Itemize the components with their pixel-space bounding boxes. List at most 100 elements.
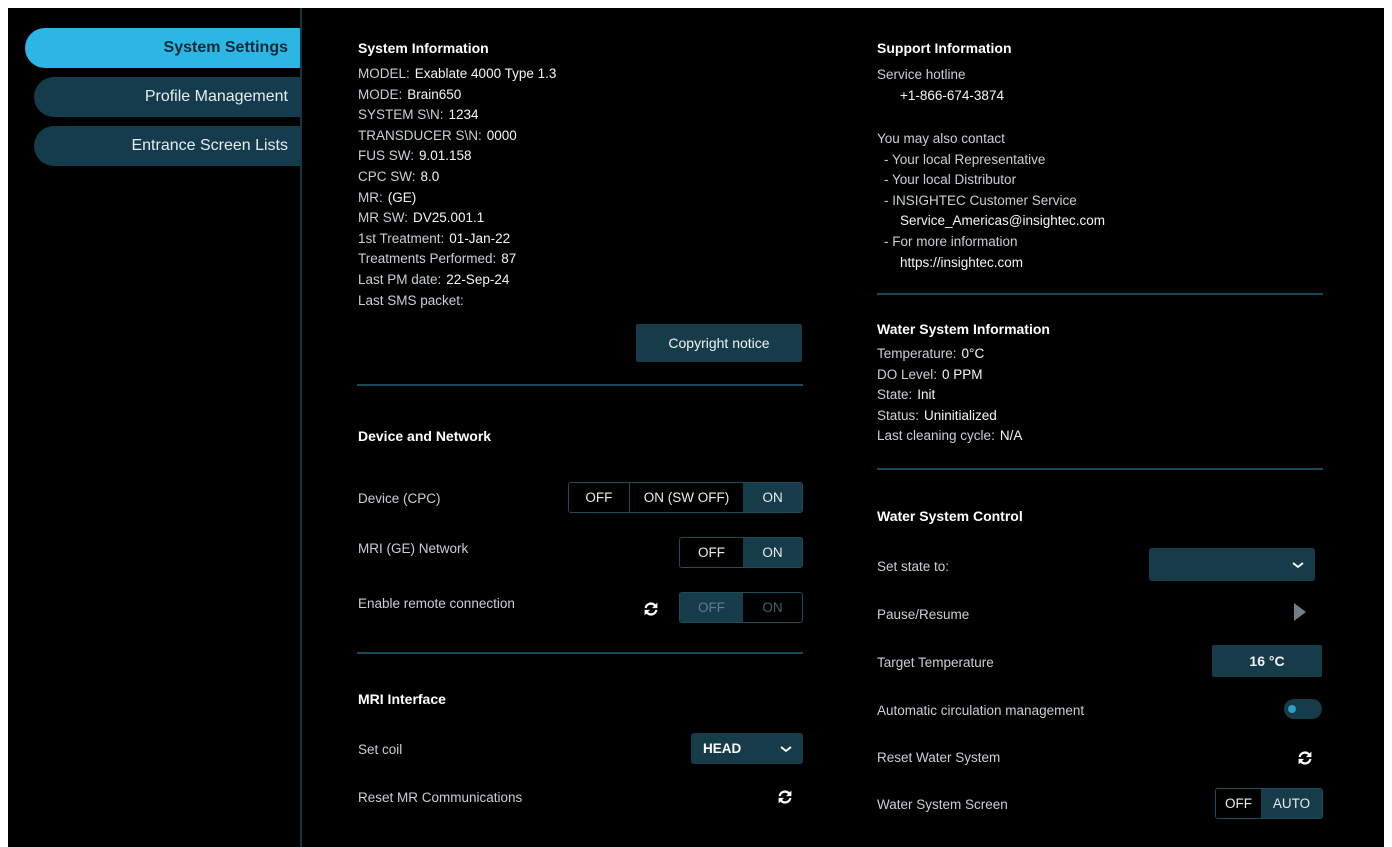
info-label: DO Level:: [877, 366, 938, 382]
website-link[interactable]: https://insightec.com: [900, 255, 1023, 270]
info-value: 87: [501, 251, 517, 267]
sidebar-item-label: Entrance Screen Lists: [131, 137, 288, 154]
reset-water-label: Reset Water System: [877, 750, 1001, 765]
sidebar-item-system-settings[interactable]: System Settings: [25, 28, 300, 68]
water-screen-off-option[interactable]: OFF: [1216, 789, 1261, 818]
remote-connection-label: Enable remote connection: [358, 596, 515, 611]
info-value: 0000: [486, 127, 517, 143]
sidebar-item-label: Profile Management: [144, 88, 288, 105]
contact-distributor: - Your local Distributor: [884, 172, 1017, 187]
support-email[interactable]: Service_Americas@insightec.com: [900, 213, 1105, 228]
info-value: 8.0: [420, 168, 440, 184]
info-row: TRANSDUCER S\N: 0000: [358, 126, 556, 147]
info-label: SYSTEM S\N:: [358, 107, 444, 123]
info-label: CPC SW:: [358, 168, 416, 184]
mri-off-option[interactable]: OFF: [680, 538, 743, 567]
info-label: Last PM date:: [358, 271, 442, 287]
contact-representative: - Your local Representative: [884, 152, 1046, 167]
hotline-label: Service hotline: [877, 67, 966, 82]
info-row: FUS SW: 9.01.158: [358, 146, 556, 167]
info-value: DV25.001.1: [413, 210, 485, 226]
info-row: Last SMS packet:: [358, 291, 556, 312]
auto-circulation-toggle[interactable]: [1284, 699, 1322, 719]
mri-on-option[interactable]: ON: [743, 538, 802, 567]
info-label: State:: [877, 387, 913, 403]
info-label: MR:: [358, 189, 383, 205]
info-value: Brain650: [407, 86, 462, 102]
support-info-title: Support Information: [877, 40, 1012, 56]
target-temperature-label: Target Temperature: [877, 655, 994, 670]
water-info-title: Water System Information: [877, 321, 1050, 337]
remote-off-option[interactable]: OFF: [680, 593, 743, 622]
device-cpc-toggle[interactable]: OFF ON (SW OFF) ON: [568, 482, 803, 513]
info-value: 01-Jan-22: [449, 230, 511, 246]
coil-select[interactable]: HEAD: [691, 733, 803, 764]
device-cpc-label: Device (CPC): [358, 491, 441, 506]
info-row: MR: (GE): [358, 188, 556, 209]
info-row: MODEL: Exablate 4000 Type 1.3: [358, 64, 556, 85]
remote-connection-toggle[interactable]: OFF ON: [679, 592, 803, 623]
info-row: MR SW: DV25.001.1: [358, 208, 556, 229]
copyright-notice-button[interactable]: Copyright notice: [636, 324, 802, 362]
water-info-list: Temperature: 0°C DO Level: 0 PPM State: Init S…: [877, 344, 1022, 447]
system-info-list: MODEL: Exablate 4000 Type 1.3 MODE: Brain65…: [358, 64, 556, 311]
info-row: Last PM date: 22-Sep-24: [358, 270, 556, 291]
info-row: DO Level: 0 PPM: [877, 365, 1022, 386]
info-label: Temperature:: [877, 346, 957, 361]
refresh-icon[interactable]: [1292, 745, 1318, 771]
info-row: Treatments Performed: 87: [358, 249, 556, 270]
info-label: Status:: [877, 407, 920, 423]
mri-interface-title: MRI Interface: [358, 691, 446, 707]
info-row: 1st Treatment: 01-Jan-22: [358, 229, 556, 250]
info-row: State: Init: [877, 385, 1022, 406]
info-row: MODE: Brain650: [358, 85, 556, 106]
device-off-option[interactable]: OFF: [569, 483, 629, 512]
refresh-icon[interactable]: [638, 596, 664, 622]
info-label: MR SW:: [358, 210, 408, 226]
sidebar-item-entrance-screen-lists[interactable]: Entrance Screen Lists: [34, 126, 300, 166]
info-label: 1st Treatment:: [358, 230, 445, 246]
section-divider: [357, 652, 803, 654]
device-network-title: Device and Network: [358, 428, 492, 444]
water-screen-auto-option[interactable]: AUTO: [1261, 789, 1322, 818]
play-icon[interactable]: [1290, 600, 1310, 624]
info-value: N/A: [999, 428, 1023, 444]
more-info-label: - For more information: [884, 234, 1018, 249]
water-screen-toggle[interactable]: OFF AUTO: [1215, 788, 1323, 819]
info-value: (GE): [387, 189, 417, 205]
system-info-title: System Information: [358, 40, 489, 56]
info-label: Last cleaning cycle:: [877, 428, 995, 444]
info-label: MODEL:: [358, 66, 410, 81]
info-row: Status: Uninitialized: [877, 406, 1022, 427]
sidebar-item-profile-management[interactable]: Profile Management: [34, 77, 300, 117]
water-screen-label: Water System Screen: [877, 797, 1008, 812]
water-control-title: Water System Control: [877, 508, 1023, 524]
contact-intro: You may also contact: [877, 131, 1005, 146]
chevron-down-icon: [1292, 561, 1304, 568]
info-label: Last SMS packet:: [358, 292, 464, 308]
info-label: MODE:: [358, 86, 403, 102]
remote-on-option[interactable]: ON: [743, 593, 802, 622]
target-temperature-input[interactable]: 16 °C: [1212, 645, 1322, 677]
mri-network-label: MRI (GE) Network: [358, 541, 469, 556]
device-on-option[interactable]: ON: [743, 483, 802, 512]
mri-network-toggle[interactable]: OFF ON: [679, 537, 803, 568]
section-divider: [877, 468, 1323, 470]
info-value: 0°C: [961, 346, 985, 361]
info-value: 9.01.158: [419, 148, 472, 164]
set-state-label: Set state to:: [877, 559, 950, 574]
refresh-icon[interactable]: [772, 784, 798, 810]
info-value: Uninitialized: [924, 407, 997, 423]
set-state-select[interactable]: [1149, 548, 1315, 581]
info-row: Last cleaning cycle: N/A: [877, 426, 1022, 447]
device-on-sw-off-option[interactable]: ON (SW OFF): [628, 483, 744, 512]
info-row: SYSTEM S\N: 1234: [358, 105, 556, 126]
toggle-knob: [1288, 705, 1296, 713]
pause-resume-label: Pause/Resume: [877, 607, 970, 622]
section-divider: [877, 293, 1323, 295]
info-value: Exablate 4000 Type 1.3: [414, 66, 557, 81]
hotline-number: +1-866-674-3874: [900, 88, 1004, 103]
info-value: Init: [917, 387, 936, 403]
reset-mr-label: Reset MR Communications: [358, 790, 523, 805]
info-label: TRANSDUCER S\N:: [358, 127, 482, 143]
